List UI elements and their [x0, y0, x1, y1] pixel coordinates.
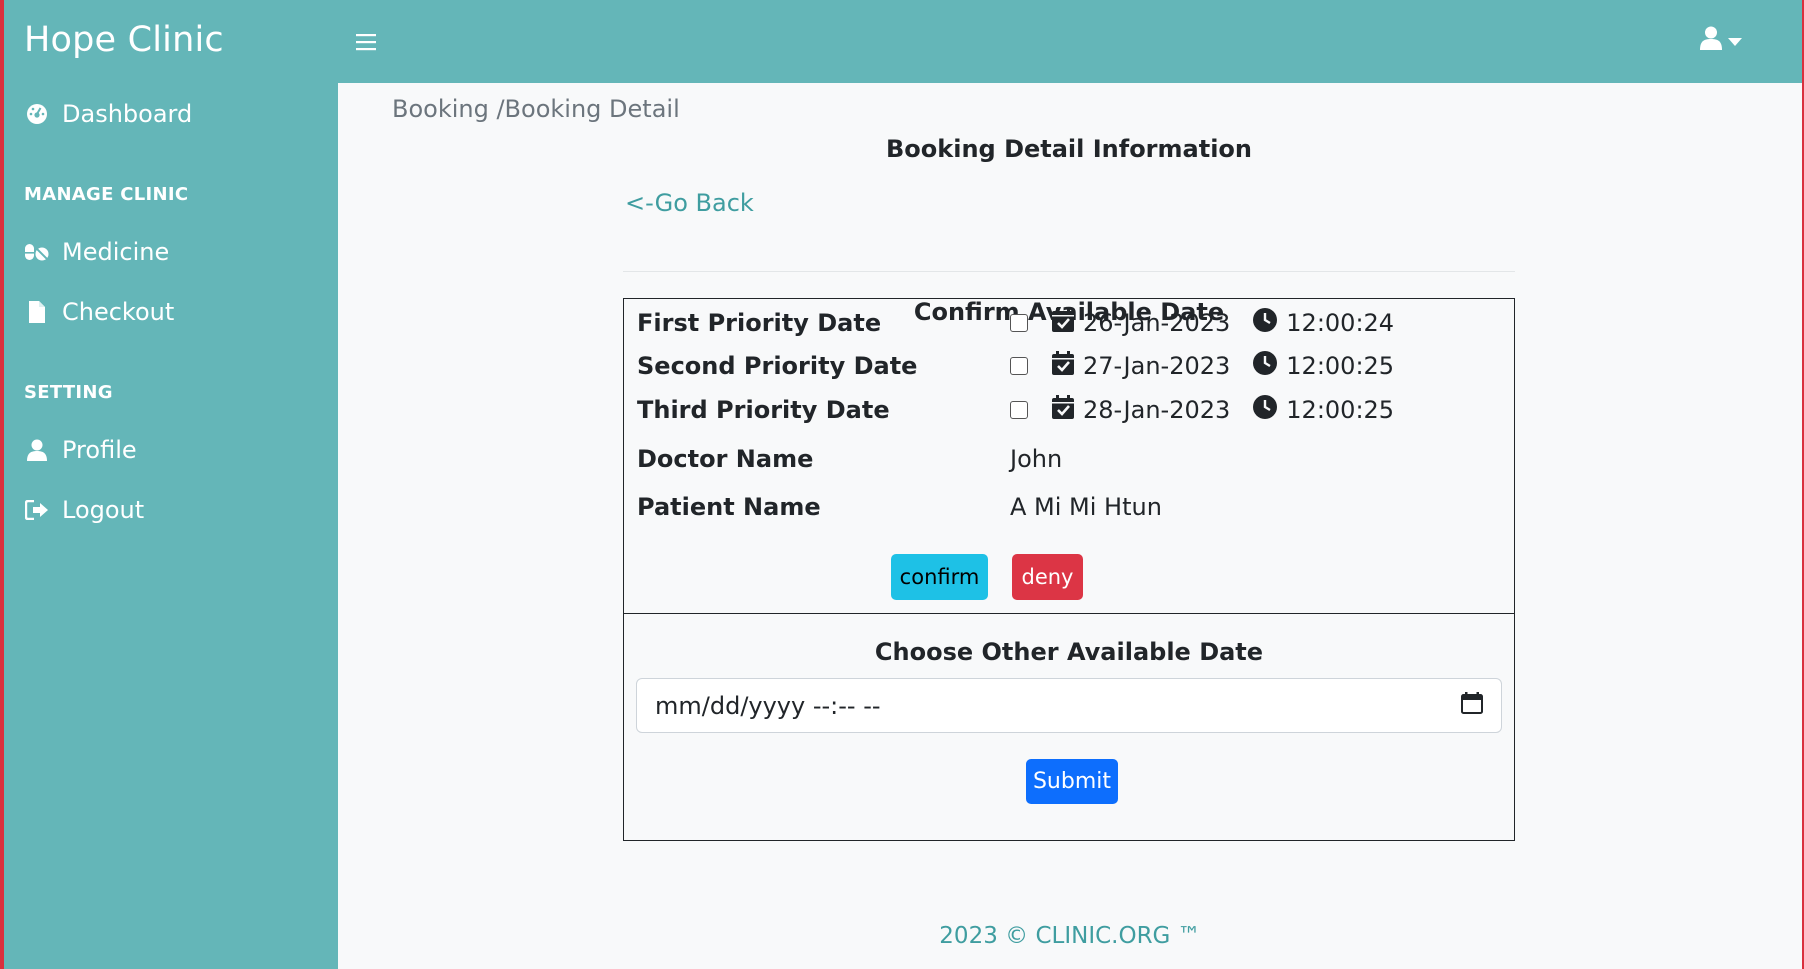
calendar-check-icon [1052, 351, 1074, 381]
user-menu-dropdown[interactable] [1700, 26, 1742, 54]
patient-row: Patient Name A Mi Mi Htun [637, 492, 1162, 522]
divider [623, 271, 1515, 272]
file-icon [24, 299, 50, 325]
row-label: Third Priority Date [637, 396, 890, 424]
datetime-placeholder: mm/dd/yyyy --:-- -- [655, 691, 881, 720]
other-date-section: Choose Other Available Date mm/dd/yyyy -… [624, 614, 1514, 840]
footer-copyright: 2023 © CLINIC.ORG ™ [939, 923, 1201, 949]
sidebar-item-label: Checkout [62, 298, 175, 326]
clock-icon [1253, 351, 1278, 381]
confirm-button[interactable]: confirm [891, 554, 988, 600]
date-value: 27-Jan-2023 [1083, 352, 1231, 380]
doctor-name-label: Doctor Name [637, 445, 814, 473]
priority-date-checkbox[interactable] [1010, 357, 1028, 375]
sidebar-item-dashboard[interactable]: Dashboard [24, 100, 192, 128]
priority-date-row: Third Priority Date 28-Jan-2023 12:00:25 [637, 395, 1394, 425]
hamburger-icon[interactable] [348, 26, 384, 58]
time-value: 12:00:24 [1286, 309, 1395, 337]
priority-date-checkbox[interactable] [1010, 401, 1028, 419]
confirm-section: First Priority Date 26-Jan-2023 12:00:24… [624, 299, 1514, 614]
user-icon [24, 437, 50, 463]
sidebar-item-logout[interactable]: Logout [24, 496, 144, 524]
sidebar-item-checkout[interactable]: Checkout [24, 298, 174, 326]
section-heading-manage-clinic: MANAGE CLINIC [24, 184, 189, 205]
clock-icon [1253, 395, 1278, 425]
calendar-check-icon [1052, 308, 1074, 338]
other-date-heading: Choose Other Available Date [874, 638, 1264, 666]
brand-title[interactable]: Hope Clinic [24, 20, 224, 60]
calendar-check-icon [1052, 395, 1074, 425]
sidebar-item-medicine[interactable]: Medicine [24, 238, 169, 266]
priority-date-checkbox[interactable] [1010, 314, 1028, 332]
logout-icon [24, 497, 50, 523]
sidebar-item-label: Dashboard [62, 100, 193, 128]
patient-name-label: Patient Name [637, 493, 821, 521]
time-value: 12:00:25 [1286, 352, 1395, 380]
doctor-name-value: John [1010, 445, 1063, 473]
clock-icon [1253, 308, 1278, 338]
deny-button[interactable]: deny [1012, 554, 1083, 600]
sidebar-item-label: Logout [62, 496, 145, 524]
datetime-input[interactable]: mm/dd/yyyy --:-- -- [636, 678, 1502, 733]
date-value: 28-Jan-2023 [1083, 396, 1231, 424]
submit-button[interactable]: Submit [1026, 759, 1118, 804]
main-content: Booking /Booking Detail Booking Detail I… [338, 83, 1802, 969]
pills-icon [24, 239, 50, 265]
calendar-picker-icon[interactable] [1461, 691, 1483, 720]
section-heading-setting: SETTING [24, 382, 113, 403]
sidebar: Hope Clinic Dashboard MANAGE CLINIC Medi… [4, 0, 338, 969]
booking-detail-card: First Priority Date 26-Jan-2023 12:00:24… [623, 298, 1515, 841]
patient-name-value: A Mi Mi Htun [1010, 493, 1162, 521]
sidebar-item-label: Profile [62, 436, 137, 464]
priority-date-row: First Priority Date 26-Jan-2023 12:00:24 [637, 308, 1394, 338]
time-value: 12:00:25 [1286, 396, 1395, 424]
row-label: Second Priority Date [637, 352, 918, 380]
breadcrumb: Booking /Booking Detail [392, 95, 680, 123]
caret-down-icon [1728, 31, 1742, 50]
page-title: Booking Detail Information [885, 135, 1252, 163]
top-navbar [338, 0, 1802, 83]
priority-date-row: Second Priority Date 27-Jan-2023 12:00:2… [637, 351, 1394, 381]
user-icon [1700, 26, 1722, 54]
sidebar-item-label: Medicine [62, 238, 170, 266]
booking-detail-panel: Booking Detail Information <-Go Back Con… [623, 135, 1515, 326]
row-label: First Priority Date [637, 309, 882, 337]
sidebar-item-profile[interactable]: Profile [24, 436, 137, 464]
go-back-link[interactable]: <-Go Back [625, 189, 754, 217]
date-value: 26-Jan-2023 [1083, 309, 1231, 337]
dashboard-gauge-icon [24, 101, 50, 127]
doctor-row: Doctor Name John [637, 444, 1062, 474]
